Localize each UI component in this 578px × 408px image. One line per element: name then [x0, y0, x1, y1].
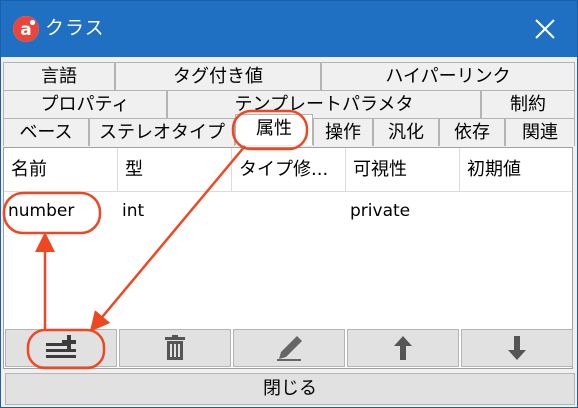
attribute-visibility-cell[interactable]: private — [346, 193, 460, 229]
tab-association[interactable]: 関連 — [505, 118, 575, 146]
close-button[interactable]: 閉じる — [5, 373, 575, 405]
delete-attribute-button[interactable] — [119, 329, 231, 367]
tab-strip: 言語 タグ付き値 ハイパーリンク プロパティ テンプレートパラメタ 制約 ベース… — [3, 62, 577, 148]
close-window-button[interactable] — [523, 7, 567, 51]
move-down-button[interactable] — [461, 329, 573, 367]
tab-language[interactable]: 言語 — [3, 62, 115, 90]
astah-logo-icon: a — [13, 16, 39, 42]
tab-tagged-values[interactable]: タグ付き値 — [115, 62, 321, 90]
table-row[interactable]: number int private — [4, 193, 572, 229]
column-header-visibility[interactable]: 可視性 — [346, 148, 460, 192]
add-attribute-button[interactable] — [5, 329, 117, 367]
title-bar: a クラス — [1, 1, 577, 57]
tab-operations[interactable]: 操作 — [313, 118, 373, 146]
attribute-initial-value-cell[interactable] — [460, 193, 572, 229]
attribute-name-cell[interactable]: number — [4, 193, 118, 229]
window-title: クラス — [45, 17, 105, 39]
tab-base[interactable]: ベース — [3, 118, 89, 146]
attribute-table-header: 名前 型 タイプ修... 可視性 初期値 — [4, 148, 572, 192]
close-icon — [535, 19, 555, 39]
tab-hyperlink[interactable]: ハイパーリンク — [321, 62, 575, 90]
move-down-icon — [508, 336, 526, 360]
tab-generalization[interactable]: 汎化 — [373, 118, 439, 146]
column-header-name[interactable]: 名前 — [4, 148, 118, 192]
attribute-toolbar — [5, 329, 575, 367]
tab-constraints[interactable]: 制約 — [481, 90, 575, 118]
class-dialog: a クラス 言語 タグ付き値 ハイパーリンク プロパティ テンプレートパラメタ … — [0, 0, 578, 408]
attribute-type-cell[interactable]: int — [118, 193, 232, 229]
tab-template-parameters[interactable]: テンプレートパラメタ — [167, 90, 481, 118]
edit-attribute-button[interactable] — [233, 329, 345, 367]
tab-attributes[interactable]: 属性 — [235, 114, 313, 145]
tab-stereotype[interactable]: ステレオタイプ — [89, 118, 235, 146]
move-up-icon — [394, 336, 412, 360]
edit-pen-icon — [277, 336, 302, 361]
move-up-button[interactable] — [347, 329, 459, 367]
column-header-type[interactable]: 型 — [118, 148, 232, 192]
column-header-initial-value[interactable]: 初期値 — [460, 148, 572, 192]
delete-icon — [165, 335, 185, 360]
attribute-modifier-cell[interactable] — [232, 193, 346, 229]
tab-dependency[interactable]: 依存 — [439, 118, 505, 146]
tab-properties[interactable]: プロパティ — [3, 90, 167, 118]
column-header-type-modifier[interactable]: タイプ修... — [232, 148, 346, 192]
add-attribute-icon — [46, 335, 76, 358]
